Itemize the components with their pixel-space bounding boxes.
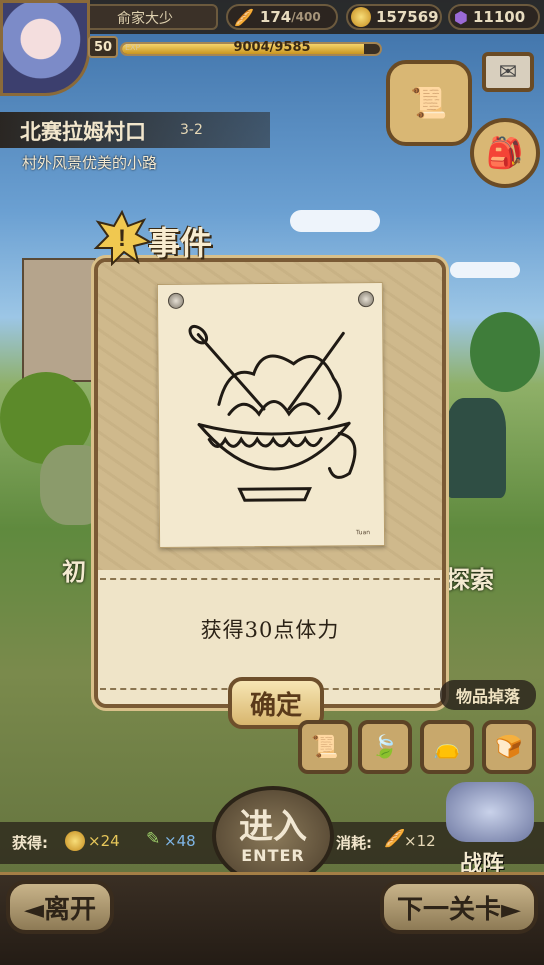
player-level: 50 <box>88 36 118 58</box>
svg-text:!: ! <box>118 225 126 252</box>
gold-coin-icon <box>65 831 85 851</box>
drop-slot-pouch[interactable]: 👝 <box>420 720 474 774</box>
drop-slot-bread[interactable]: 🍞 <box>482 720 536 774</box>
avatar[interactable] <box>0 0 90 96</box>
backpack-icon: 🎒 <box>486 135 524 171</box>
reward-label: 获得: <box>12 834 48 852</box>
formation-button[interactable] <box>446 782 534 842</box>
exp-text: 9004/9585 <box>233 40 311 55</box>
event-message: 获得30点体力 <box>200 618 340 642</box>
windmill <box>22 258 96 382</box>
scroll-icon: 📜 <box>311 734 339 760</box>
paper-signature: Tuan <box>356 529 371 537</box>
mail-button[interactable]: ✉ <box>482 52 534 92</box>
enter-label-cn: 进入 <box>239 806 307 847</box>
gem-display[interactable]: ⬢ 11100 <box>448 4 540 30</box>
drop-slot-leaf[interactable]: 🍃 <box>358 720 412 774</box>
leave-button[interactable]: ◄离开 <box>6 880 114 934</box>
next-stage-button[interactable]: 下一关卡► <box>380 880 538 934</box>
location-name: 北赛拉姆村口 <box>20 120 146 144</box>
cloud <box>450 262 520 278</box>
map-node-left-label: 初 <box>62 558 86 586</box>
scroll-icon: 📜 <box>410 85 448 121</box>
food-bowl-illustration <box>188 324 357 502</box>
leaf-icon: 🍃 <box>371 734 399 760</box>
mail-icon: ✉ <box>498 59 518 85</box>
bread-icon: 🥖 <box>384 829 406 849</box>
exp-tag: EXP <box>125 43 141 52</box>
reward-exp: ×48 <box>164 832 196 850</box>
reward-gold: ×24 <box>88 832 120 850</box>
map-node-right-label: 探索 <box>446 566 494 594</box>
backpack-button[interactable]: 🎒 <box>470 118 540 188</box>
cloud <box>290 210 380 232</box>
stamina-display[interactable]: 🥖 174/400 <box>226 4 338 30</box>
enter-button[interactable]: 进入 ENTER <box>212 786 334 886</box>
gold-value: 157569 <box>376 8 439 26</box>
exp-potion-icon: ✎ <box>146 829 161 849</box>
pouch-icon: 👝 <box>433 734 461 760</box>
gem-value: 11100 <box>472 8 526 26</box>
gold-display[interactable]: 157569 <box>346 4 442 30</box>
drops-label: 物品掉落 <box>440 680 536 710</box>
pin-icon <box>357 291 375 308</box>
pine-tree <box>446 398 506 498</box>
event-paper: Tuan <box>156 282 386 548</box>
pin-icon <box>167 292 185 309</box>
gold-coin-icon <box>351 7 371 27</box>
alert-burst-icon: ! <box>93 210 152 266</box>
quest-scroll-button[interactable]: 📜 <box>386 60 472 146</box>
cost-value: ×12 <box>404 832 436 850</box>
player-name: 俞家大少 <box>72 4 218 30</box>
enter-label-en: ENTER <box>241 845 305 865</box>
bread-icon: 🍞 <box>495 734 523 760</box>
drop-slot-scroll[interactable]: 📜 <box>298 720 352 774</box>
event-title: 事件 <box>148 224 213 262</box>
event-title-tag: ! 事件 <box>92 210 232 266</box>
tree <box>470 312 540 392</box>
stamina-value: 174 <box>259 8 292 26</box>
cost-label: 消耗: <box>336 834 372 852</box>
stamina-max: /400 <box>291 10 321 24</box>
location-subtitle: 村外风景优美的小路 <box>22 154 158 172</box>
location-stage: 3-2 <box>180 122 203 138</box>
gem-icon: ⬢ <box>454 7 468 27</box>
bread-icon: 🥖 <box>234 7 254 27</box>
